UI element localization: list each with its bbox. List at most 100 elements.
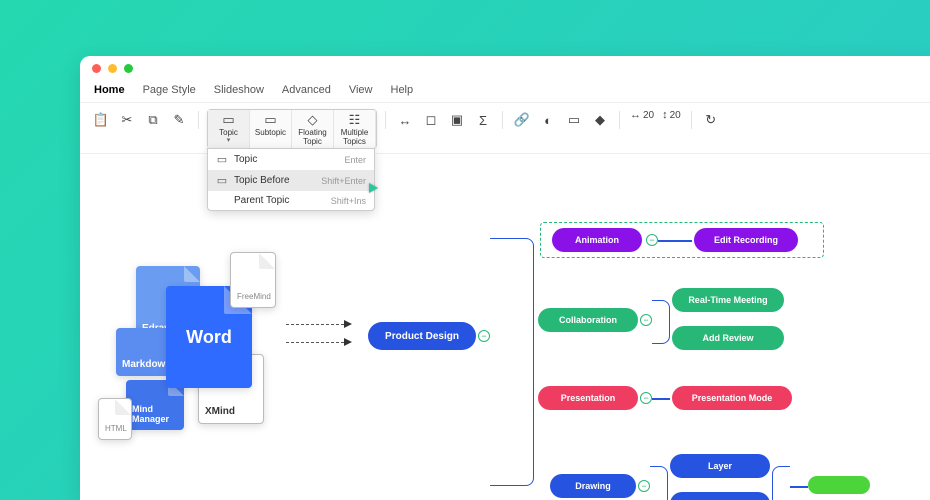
callout-icon[interactable]: ◻ [420, 109, 442, 131]
expand-toggle-icon[interactable] [646, 234, 658, 246]
chevron-down-icon: ▾ [210, 137, 247, 144]
separator [385, 111, 386, 129]
menu-advanced[interactable]: Advanced [282, 84, 331, 96]
maximize-icon[interactable] [124, 64, 133, 73]
node-present-label: Presentation [561, 393, 616, 403]
node-animation[interactable]: Animation [552, 228, 642, 252]
topic-before-row-icon: ▭ [216, 174, 228, 187]
separator [198, 111, 199, 129]
boundary-icon[interactable]: ▣ [446, 109, 468, 131]
arrow-icon [286, 342, 352, 343]
node-rtm-label: Real-Time Meeting [688, 295, 767, 305]
node-presentation-mode[interactable]: Presentation Mode [672, 386, 792, 410]
eraser-icon[interactable]: ◐ [537, 109, 559, 131]
node-editrec-label: Edit Recording [714, 235, 778, 245]
dropdown-topic-key: Enter [344, 155, 366, 165]
cursor-icon [369, 183, 378, 193]
copy-icon[interactable]: ⧉ [142, 109, 164, 131]
app-window: Home Page Style Slideshow Advanced View … [80, 56, 930, 500]
connector [652, 398, 670, 400]
comment-icon[interactable]: ▭ [563, 109, 585, 131]
branch-bracket [650, 466, 668, 500]
summary-icon[interactable]: Σ [472, 109, 494, 131]
floating-topic-label: Floating Topic [294, 128, 331, 146]
titlebar [80, 56, 930, 80]
node-realtime-meeting[interactable]: Real-Time Meeting [672, 288, 784, 312]
minimize-icon[interactable] [108, 64, 117, 73]
dropdown-item-topic-before[interactable]: ▭ Topic Before Shift+Enter [208, 170, 374, 191]
connector [658, 240, 692, 242]
node-color-control[interactable]: Color Control [670, 492, 770, 500]
file-markdown-label: Markdown [122, 359, 171, 370]
branch-bracket [652, 300, 670, 344]
node-review-label: Add Review [702, 333, 753, 343]
node-add-review[interactable]: Add Review [672, 326, 784, 350]
topic-label: Topic [210, 128, 247, 137]
subtopic-button[interactable]: ▭ Subtopic [250, 110, 292, 148]
topic-row-icon: ▭ [216, 153, 228, 166]
multiple-topics-button[interactable]: ☷ Multiple Topics [334, 110, 376, 148]
dropdown-parent-label: Parent Topic [234, 195, 325, 206]
topic-button[interactable]: ▭ Topic ▾ [208, 110, 250, 148]
node-animation-label: Animation [575, 235, 619, 245]
tag-icon[interactable]: ◆ [589, 109, 611, 131]
height-value: 20 [670, 110, 681, 121]
node-summary[interactable] [808, 476, 870, 494]
branch-bracket [490, 238, 534, 486]
node-drawing-label: Drawing [575, 481, 611, 491]
expand-toggle-icon[interactable] [640, 392, 652, 404]
width-icon: ↔ [630, 109, 641, 121]
menu-help[interactable]: Help [391, 84, 414, 96]
node-edit-recording[interactable]: Edit Recording [694, 228, 798, 252]
node-root-label: Product Design [385, 331, 459, 342]
separator [619, 111, 620, 129]
branch-bracket [772, 466, 790, 500]
file-mind-label: Mind Manager [132, 404, 178, 424]
expand-toggle-icon[interactable] [638, 480, 650, 492]
file-html[interactable]: HTML [98, 398, 132, 440]
dropdown-item-parent-topic[interactable]: Parent Topic Shift+Ins [208, 191, 374, 210]
node-collab-label: Collaboration [559, 315, 617, 325]
menu-view[interactable]: View [349, 84, 373, 96]
expand-toggle-icon[interactable] [478, 330, 490, 342]
multiple-topics-label: Multiple Topics [336, 128, 373, 146]
toolbar: 📋 ✂ ⧉ ✎ ▭ Topic ▾ ▭ Subtopic ◇ Floating … [80, 103, 930, 154]
dropdown-before-key: Shift+Enter [321, 176, 366, 186]
cut-icon[interactable]: ✂ [116, 109, 138, 131]
menu-page-style[interactable]: Page Style [143, 84, 196, 96]
width-value: 20 [643, 110, 654, 121]
dropdown-parent-key: Shift+Ins [331, 196, 366, 206]
connector [790, 486, 808, 488]
node-layer-label: Layer [708, 461, 732, 471]
close-icon[interactable] [92, 64, 101, 73]
dropdown-item-topic[interactable]: ▭ Topic Enter [208, 149, 374, 170]
topic-dropdown: ▭ Topic Enter ▭ Topic Before Shift+Enter… [207, 148, 375, 211]
node-presentation[interactable]: Presentation [538, 386, 638, 410]
separator [502, 111, 503, 129]
node-product-design[interactable]: Product Design [368, 322, 476, 350]
relationship-icon[interactable]: ↔ [394, 109, 416, 131]
paste-icon[interactable]: 📋 [90, 109, 112, 131]
arrow-icon [286, 324, 352, 325]
format-painter-icon[interactable]: ✎ [168, 109, 190, 131]
node-layer[interactable]: Layer [670, 454, 770, 478]
width-spinner[interactable]: ↔20 [630, 109, 654, 121]
file-word-label: Word [186, 327, 232, 348]
menu-home[interactable]: Home [94, 84, 125, 96]
menu-slideshow[interactable]: Slideshow [214, 84, 264, 96]
height-spinner[interactable]: ↕20 [662, 109, 681, 121]
subtopic-label: Subtopic [252, 128, 289, 137]
node-collaboration[interactable]: Collaboration [538, 308, 638, 332]
floating-topic-button[interactable]: ◇ Floating Topic [292, 110, 334, 148]
floating-topic-icon: ◇ [294, 113, 331, 127]
menubar: Home Page Style Slideshow Advanced View … [80, 80, 930, 103]
node-pmode-label: Presentation Mode [692, 393, 773, 403]
attachment-icon[interactable]: 🔗 [511, 109, 533, 131]
refresh-icon[interactable]: ↻ [700, 109, 722, 131]
separator [691, 111, 692, 129]
node-drawing[interactable]: Drawing [550, 474, 636, 498]
file-freemind[interactable]: FreeMind [230, 252, 276, 308]
topic-icon: ▭ [210, 113, 247, 127]
file-html-label: HTML [105, 424, 127, 433]
expand-toggle-icon[interactable] [640, 314, 652, 326]
